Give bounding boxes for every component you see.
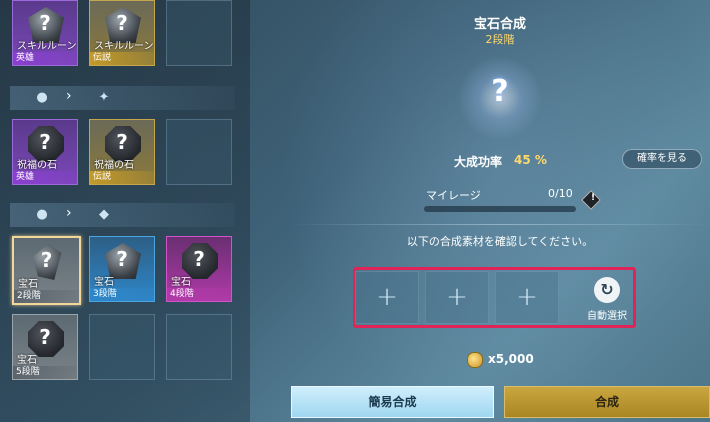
arrow-icon: › [66, 205, 72, 221]
empty-slot [166, 119, 232, 185]
item-grade: 4段階 [167, 288, 231, 301]
empty-slot [89, 314, 155, 380]
inventory-slot[interactable]: ? 宝石 5段階 [12, 314, 78, 380]
item-name: 祝福の石 [94, 160, 134, 171]
question-mark: ? [116, 130, 128, 154]
question-mark: ? [193, 247, 205, 271]
synthesize-button[interactable]: 合成 [504, 386, 710, 418]
inventory-slot[interactable]: ? スキルルーン 伝説 [89, 0, 155, 66]
item-grade: 伝説 [90, 52, 154, 65]
material-slot-2[interactable]: + [425, 271, 489, 324]
category-divider: ● › ✦ [10, 86, 235, 110]
mileage-progress-bar [424, 206, 576, 212]
inventory-panel: ? スキルルーン 英雄 ? スキルルーン 伝説 ● › ✦ ? 祝福の石 英雄 … [0, 0, 250, 422]
mileage-label: マイレージ [426, 189, 481, 202]
item-grade: 3段階 [90, 288, 154, 301]
inventory-slot[interactable]: ? 祝福の石 英雄 [12, 119, 78, 185]
item-name: 宝石 [171, 277, 191, 288]
question-mark: ? [116, 11, 128, 35]
empty-slot [166, 314, 232, 380]
inventory-slot[interactable]: ? 祝福の石 伝説 [89, 119, 155, 185]
category-divider: ● › ◆ [10, 203, 235, 227]
page-title: 宝石合成 [473, 17, 526, 32]
inventory-slot-selected[interactable]: ? 宝石 2段階 [12, 236, 81, 305]
auto-select-button[interactable]: ↻ 自動選択 [580, 271, 634, 324]
sparkle-gem-icon: ◆ [99, 207, 109, 222]
material-slot-1[interactable]: + [355, 271, 419, 324]
item-grade: 2段階 [14, 290, 79, 303]
item-name: 祝福の石 [17, 160, 57, 171]
empty-slot [166, 0, 232, 66]
question-mark: ? [39, 325, 51, 349]
divider [290, 224, 710, 225]
question-mark: ? [39, 130, 51, 154]
mileage-value: 0/10 [548, 187, 573, 200]
success-rate-value: 45 % [514, 153, 547, 167]
item-name: スキルルーン [17, 41, 77, 52]
cost-amount: x5,000 [488, 352, 534, 366]
view-probability-button[interactable]: 確率を見る [622, 149, 702, 169]
stone-icon: ● [36, 207, 48, 222]
page-subtitle: 2段階 [485, 33, 515, 46]
auto-select-label: 自動選択 [587, 311, 627, 322]
inventory-slot[interactable]: ? スキルルーン 英雄 [12, 0, 78, 66]
item-name: スキルルーン [94, 41, 154, 52]
item-name: 宝石 [94, 277, 114, 288]
info-mark: ! [591, 192, 596, 203]
sparkle-stone-icon: ✦ [98, 90, 110, 105]
refresh-icon: ↻ [594, 277, 620, 303]
inventory-slot[interactable]: ? 宝石 3段階 [89, 236, 155, 302]
question-mark: ? [116, 247, 128, 271]
question-mark: ? [40, 248, 53, 272]
item-grade: 英雄 [13, 52, 77, 65]
success-rate-label: 大成功率 [454, 155, 503, 169]
item-name: 宝石 [18, 279, 38, 290]
question-mark: ? [39, 11, 51, 35]
gold-coin-icon [467, 352, 483, 368]
stone-icon: ● [36, 90, 48, 105]
inventory-slot[interactable]: ? 宝石 4段階 [166, 236, 232, 302]
result-gem-icon: ? [491, 74, 509, 109]
item-name: 宝石 [17, 355, 37, 366]
item-grade: 英雄 [13, 171, 77, 184]
item-grade: 5段階 [13, 366, 77, 379]
item-grade: 伝説 [90, 171, 154, 184]
easy-synthesis-button[interactable]: 簡易合成 [291, 386, 494, 418]
instruction-text: 以下の合成素材を確認してください。 [406, 235, 594, 248]
arrow-icon: › [66, 88, 72, 104]
material-slot-3[interactable]: + [495, 271, 559, 324]
